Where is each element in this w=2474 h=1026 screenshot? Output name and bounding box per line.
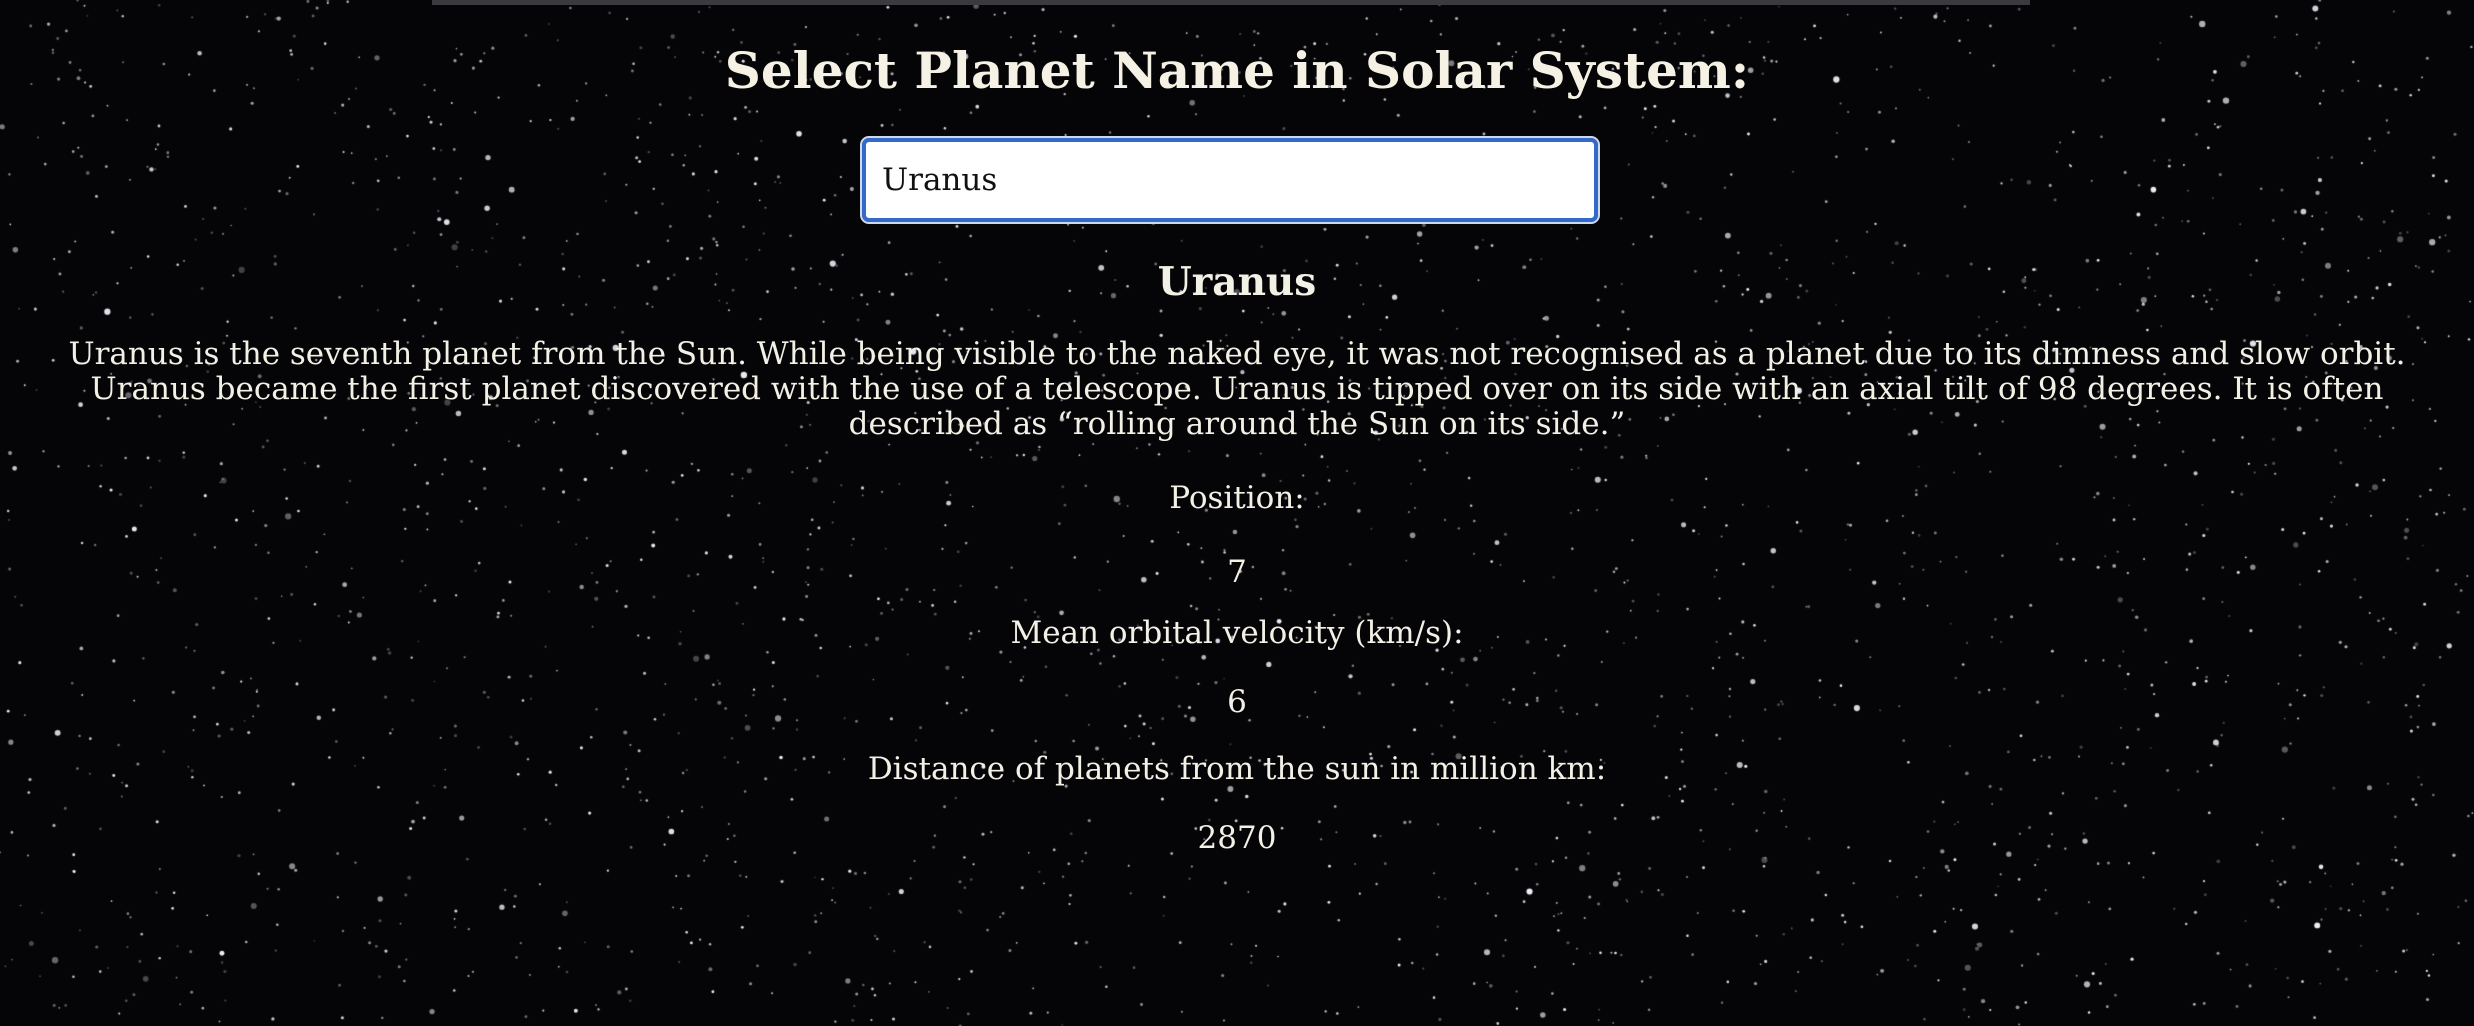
planet-description: Uranus is the seventh planet from the Su… [68, 336, 2406, 442]
distance-label: Distance of planets from the sun in mill… [867, 751, 1607, 787]
planet-select-dropdown[interactable]: Uranus [860, 136, 1600, 224]
distance-value: 2870 [1197, 820, 1277, 856]
page-title: Select Planet Name in Solar System: [724, 41, 1750, 100]
position-label: Position: [1169, 480, 1305, 516]
planet-info-page: Select Planet Name in Solar System: Uran… [0, 0, 2474, 1026]
orbital-velocity-label: Mean orbital velocity (km/s): [1010, 615, 1464, 651]
position-value: 7 [1227, 554, 1247, 590]
planet-name-heading: Uranus [1157, 259, 1317, 305]
orbital-velocity-value: 6 [1227, 684, 1247, 720]
